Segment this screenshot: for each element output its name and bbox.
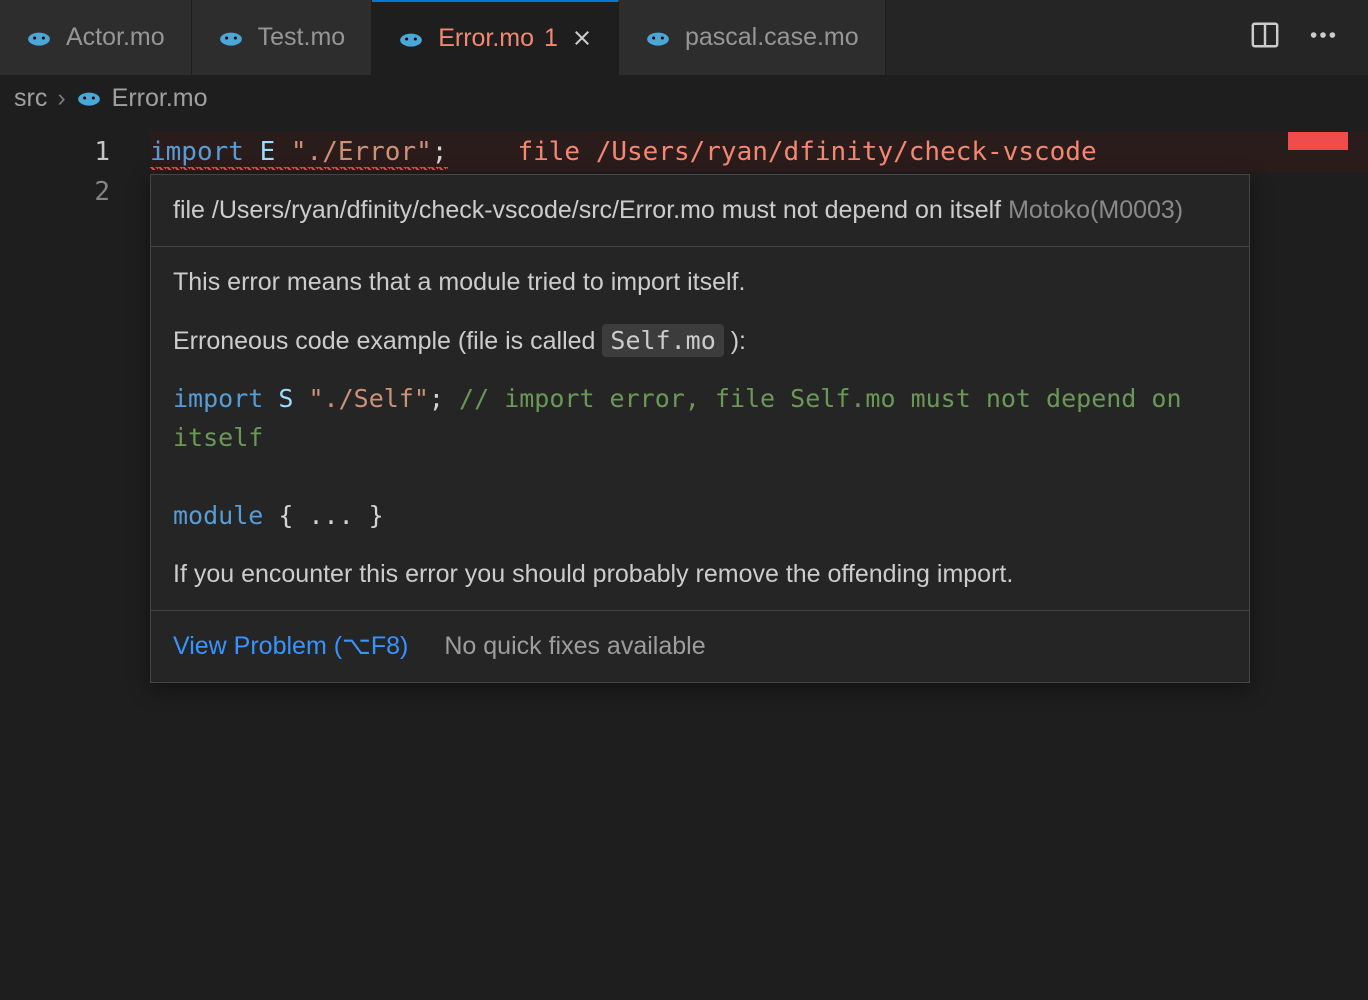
semicolon: ;	[432, 132, 448, 172]
view-problem-link[interactable]: View Problem (⌥F8)	[173, 627, 408, 666]
hover-actions: View Problem (⌥F8) No quick fixes availa…	[151, 611, 1249, 682]
tab-error[interactable]: Error.mo 1	[372, 0, 619, 75]
inline-code: Self.mo	[602, 324, 723, 357]
hover-error-message: file /Users/ryan/dfinity/check-vscode/sr…	[151, 175, 1249, 247]
hover-documentation: This error means that a module tried to …	[151, 247, 1249, 611]
error-message-text: file /Users/ryan/dfinity/check-vscode/sr…	[173, 196, 1008, 224]
tab-actions	[1220, 20, 1368, 55]
tab-test[interactable]: Test.mo	[192, 0, 373, 75]
tab-label: pascal.case.mo	[685, 23, 859, 52]
inline-error-hint: file /Users/ryan/dfinity/check-vscode	[517, 132, 1096, 172]
motoko-file-icon	[76, 85, 102, 111]
tab-bar: Actor.mo Test.mo Error.mo 1 pascal.case.…	[0, 0, 1368, 76]
motoko-file-icon	[26, 25, 52, 51]
tab-label: Error.mo	[438, 24, 534, 53]
line-number: 2	[0, 172, 110, 212]
keyword-import: import	[150, 132, 244, 172]
line-number-gutter: 1 2	[0, 120, 150, 1000]
tab-actor[interactable]: Actor.mo	[0, 0, 192, 75]
line-number: 1	[0, 132, 110, 172]
breadcrumb[interactable]: src › Error.mo	[0, 76, 1368, 120]
chevron-right-icon: ›	[57, 84, 65, 113]
more-actions-icon[interactable]	[1308, 20, 1338, 55]
identifier: E	[260, 132, 276, 172]
code-line-1[interactable]: import E "./Error"; file /Users/ryan/dfi…	[150, 132, 1368, 172]
close-icon[interactable]	[572, 23, 592, 55]
tab-label: Actor.mo	[66, 23, 165, 52]
error-count-badge: 1	[544, 24, 558, 53]
motoko-file-icon	[398, 26, 424, 52]
doc-paragraph: If you encounter this error you should p…	[173, 555, 1227, 594]
motoko-file-icon	[645, 25, 671, 51]
no-quick-fixes-label: No quick fixes available	[444, 627, 705, 666]
tab-label: Test.mo	[258, 23, 346, 52]
tab-pascal[interactable]: pascal.case.mo	[619, 0, 886, 75]
error-squiggle	[150, 167, 448, 170]
motoko-file-icon	[218, 25, 244, 51]
error-source: Motoko(M0003)	[1008, 196, 1183, 224]
split-editor-icon[interactable]	[1250, 20, 1280, 55]
doc-paragraph: This error means that a module tried to …	[173, 263, 1227, 302]
breadcrumb-folder: src	[14, 84, 47, 113]
string-literal: "./Error"	[291, 132, 432, 172]
hover-widget: file /Users/ryan/dfinity/check-vscode/sr…	[150, 174, 1250, 683]
code-example: import S "./Self"; // import error, file…	[173, 380, 1227, 535]
overview-ruler-error[interactable]	[1288, 132, 1348, 150]
doc-paragraph: Erroneous code example (file is called S…	[173, 322, 1227, 361]
breadcrumb-file: Error.mo	[112, 84, 208, 113]
